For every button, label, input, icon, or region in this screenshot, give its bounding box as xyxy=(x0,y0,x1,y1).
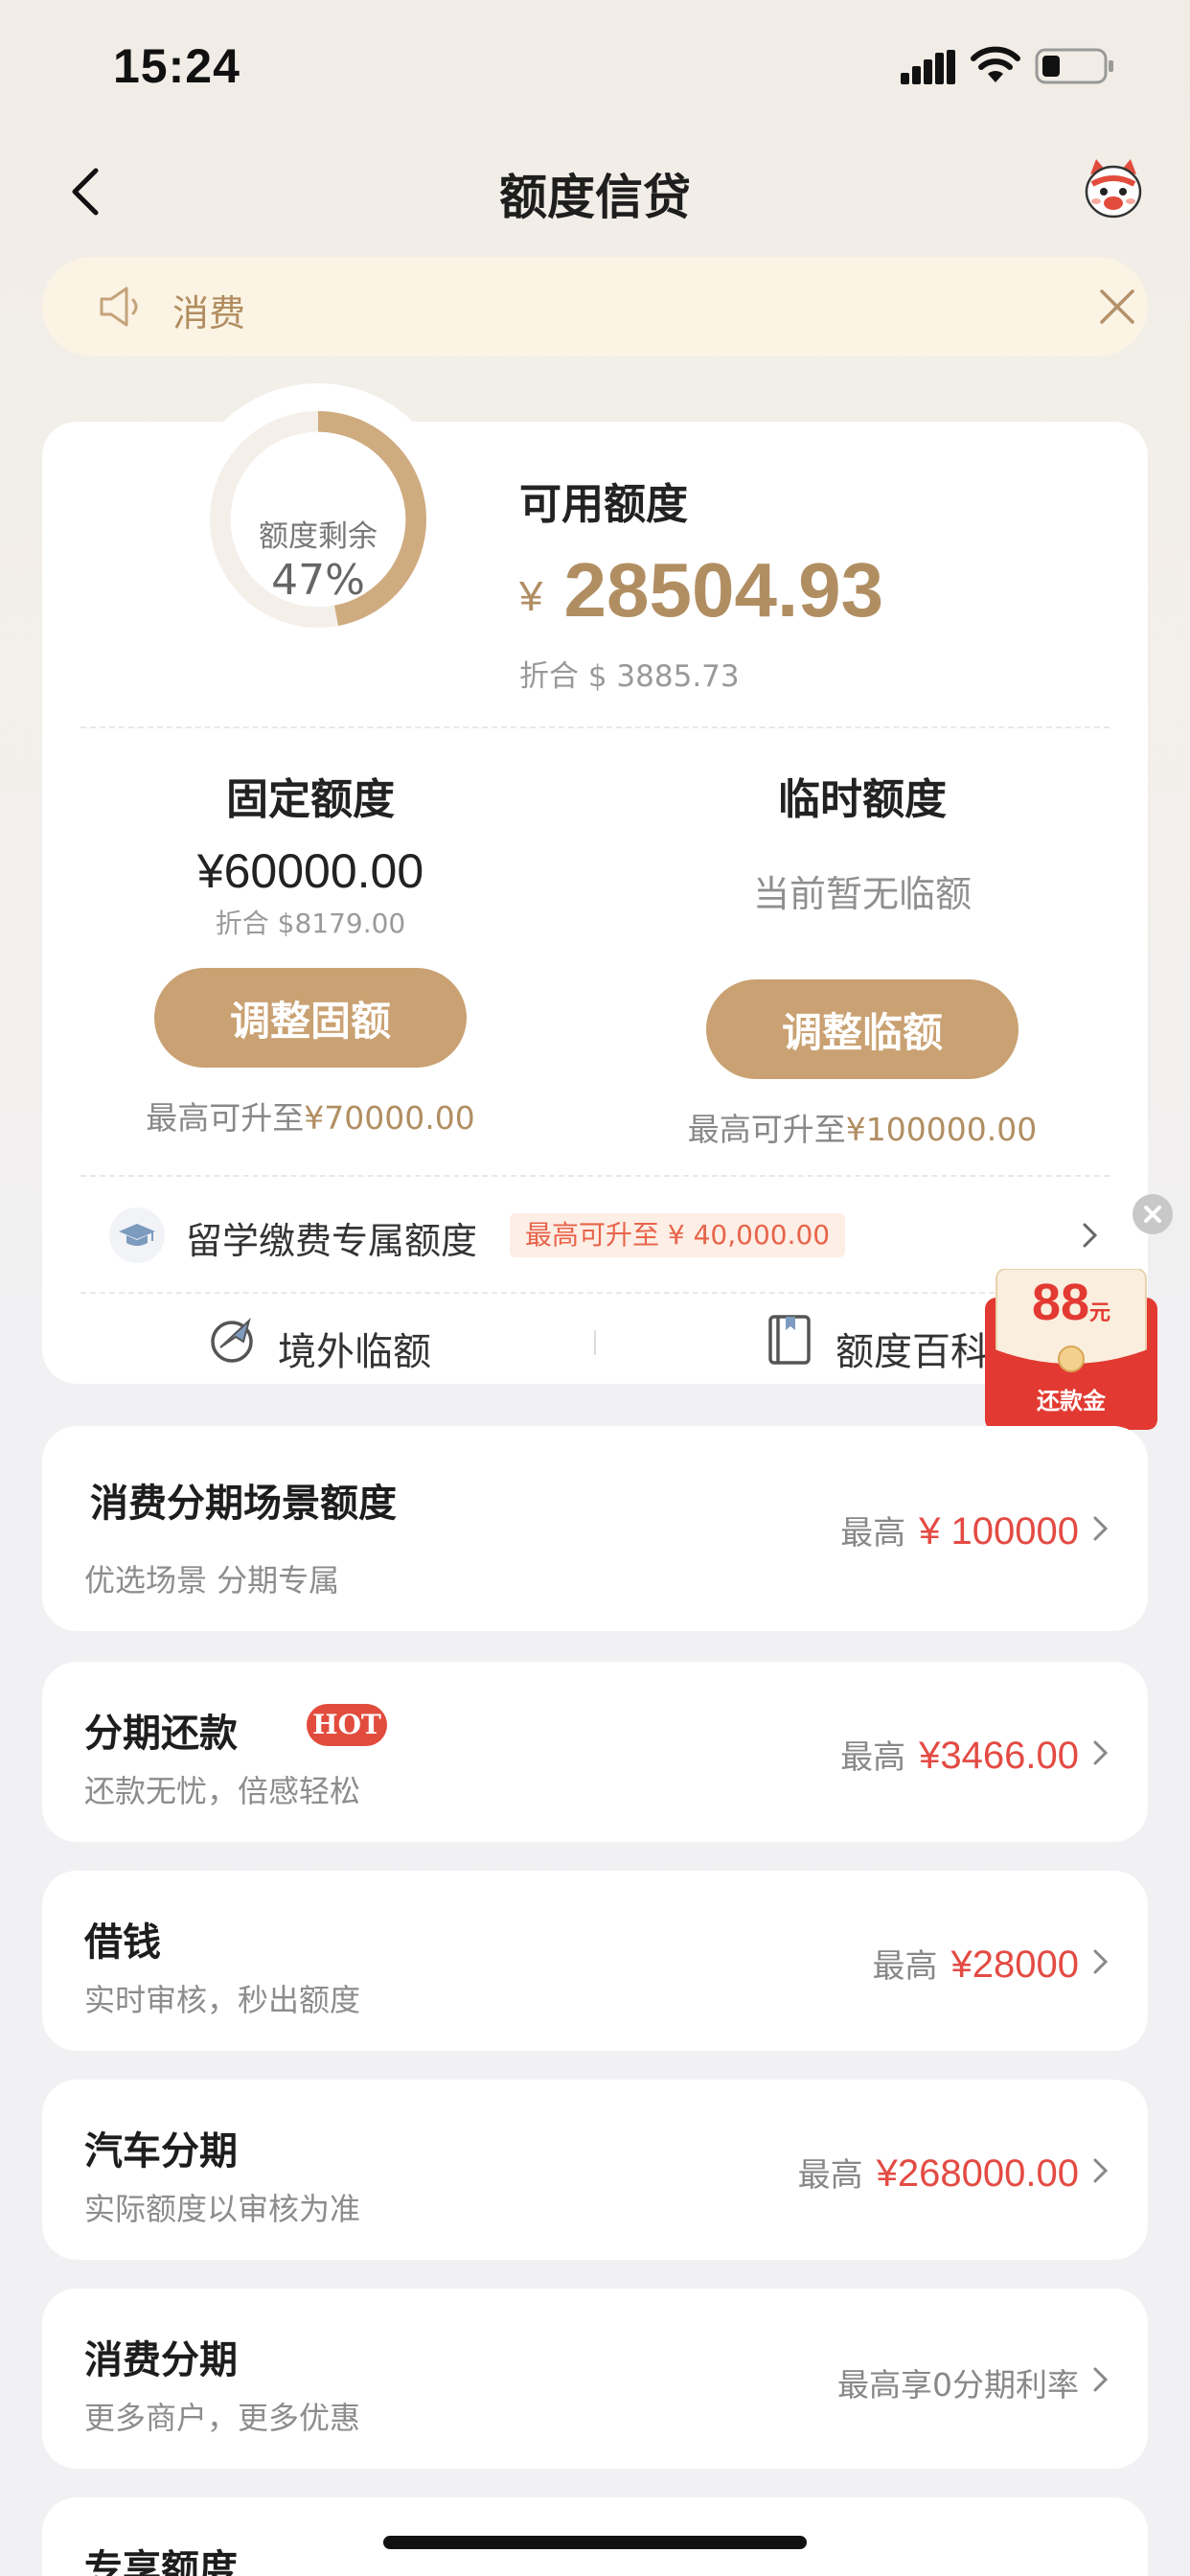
red-packet-unit: 元 xyxy=(1089,1300,1111,1324)
tools-row: 境外临额 额度百科 xyxy=(42,1296,1148,1384)
card-subtitle: 优选场景 分期专属 xyxy=(84,1562,340,1598)
fixed-max-note: 最高可升至¥70000.00 xyxy=(42,1092,579,1138)
card-title: 汽车分期 xyxy=(84,2129,238,2174)
chevron-right-icon xyxy=(1093,1516,1109,1541)
temp-max-amount: ¥100000.00 xyxy=(845,1111,1038,1148)
status-bar: 15:24 xyxy=(0,0,1190,134)
notice-bar[interactable]: 消费 xyxy=(42,257,1148,356)
list-card-consumer-installment-scene[interactable]: 消费分期场景额度 优选场景 分期专属 最高 ¥ 100000 xyxy=(42,1426,1148,1631)
chevron-right-icon xyxy=(1093,1740,1109,1765)
list-card-consumer-installment[interactable]: 消费分期 更多商户，更多优惠 最高享0分期利率 xyxy=(42,2288,1148,2469)
zero-rate-text: 最高享0分期利率 xyxy=(837,2366,1079,2404)
list-card-car-installment[interactable]: 汽车分期 实际额度以审核为准 最高 ¥268000.00 xyxy=(42,2080,1148,2260)
card-title: 借钱 xyxy=(84,1920,161,1965)
adjust-fixed-quota-button[interactable]: 调整固额 xyxy=(154,968,467,1068)
available-amount-value: 28504.93 xyxy=(563,547,884,632)
fixed-quota-amount: ¥60000.00 xyxy=(196,844,424,898)
temp-quota-title: 临时额度 xyxy=(778,775,947,824)
temp-quota-none: 当前暂无临额 xyxy=(752,873,972,915)
fixed-max-prefix: 最高可升至 xyxy=(146,1099,305,1137)
study-abroad-quota-row[interactable]: 留学缴费专属额度 最高可升至 ¥ 40,000.00 xyxy=(109,1204,1125,1267)
quota-wiki-label: 额度百科 xyxy=(835,1330,989,1374)
max-value: ¥3466.00 xyxy=(919,1735,1079,1777)
book-icon xyxy=(768,1315,811,1365)
fixed-quota-title: 固定额度 xyxy=(226,775,395,824)
home-indicator xyxy=(383,2536,807,2549)
divider xyxy=(80,1292,1110,1294)
signal-icon xyxy=(901,50,955,84)
page-title: 额度信贷 xyxy=(499,170,691,225)
card-subtitle: 实时审核，秒出额度 xyxy=(84,1982,361,2018)
card-title: 专享额度 xyxy=(84,2547,238,2576)
temp-max-note: 最高可升至¥100000.00 xyxy=(594,1104,1131,1150)
card-title: 消费分期场景额度 xyxy=(90,1482,397,1526)
hot-badge: HOT xyxy=(307,1704,387,1746)
card-max-value: 最高 ¥3466.00 xyxy=(840,1731,1079,1778)
available-quota-amount: ¥28504.93 xyxy=(519,546,883,634)
chevron-right-icon xyxy=(1093,2158,1109,2183)
repayment-red-packet[interactable]: 88元 还款金 xyxy=(983,1269,1159,1432)
wifi-icon xyxy=(971,46,1020,82)
fixed-quota-section: 固定额度 ¥60000.00 折合 $8179.00 调整固额 最高可升至¥70… xyxy=(42,765,579,1138)
study-abroad-max-badge: 最高可升至 ¥ 40,000.00 xyxy=(510,1213,846,1257)
study-abroad-quota-label: 留学缴费专属额度 xyxy=(186,1220,478,1262)
float-close-button[interactable] xyxy=(1133,1194,1173,1234)
nav-bar: 额度信贷 xyxy=(0,134,1190,249)
overseas-temp-quota-label: 境外临额 xyxy=(278,1330,431,1374)
red-packet-amount-value: 88 xyxy=(1031,1274,1090,1331)
close-icon xyxy=(1144,1206,1161,1223)
mascot-avatar-icon[interactable] xyxy=(1079,155,1148,224)
available-usd: 折合 $ 3885.73 xyxy=(519,659,740,694)
card-right-text: 最高享0分期利率 xyxy=(837,2359,1079,2405)
card-subtitle: 更多商户，更多优惠 xyxy=(84,2400,361,2436)
red-packet-amount: 88元 xyxy=(983,1273,1159,1332)
red-packet-label: 还款金 xyxy=(1037,1388,1106,1414)
max-label: 最高 xyxy=(840,1514,906,1552)
available-quota-title: 可用额度 xyxy=(519,480,688,529)
max-label: 最高 xyxy=(840,1738,906,1777)
max-value: ¥268000.00 xyxy=(876,2152,1079,2195)
divider xyxy=(80,726,1110,728)
status-time: 15:24 xyxy=(113,39,240,93)
card-max-value: 最高 ¥268000.00 xyxy=(798,2149,1079,2196)
card-title: 分期还款 xyxy=(84,1712,238,1756)
card-title: 消费分期 xyxy=(84,2338,238,2382)
adjust-temp-quota-button[interactable]: 调整临额 xyxy=(706,979,1018,1079)
list-card-installment-repayment[interactable]: 分期还款 HOT 还款无忧，倍感轻松 最高 ¥3466.00 xyxy=(42,1662,1148,1842)
battery-icon xyxy=(1035,48,1113,84)
fixed-max-amount: ¥70000.00 xyxy=(304,1099,475,1137)
max-value: ¥28000 xyxy=(950,1944,1079,1986)
quota-card: 额度剩余 47% 可用额度 ¥28504.93 折合 $ 3885.73 固定额… xyxy=(42,383,1148,1384)
plane-globe-icon xyxy=(211,1317,253,1363)
temp-quota-section: 临时额度 当前暂无临额 调整临额 最高可升至¥100000.00 xyxy=(594,765,1131,1150)
chevron-right-icon xyxy=(1083,1223,1098,1248)
notice-text: 消费 xyxy=(172,292,246,334)
max-value: ¥ 100000 xyxy=(919,1510,1079,1552)
chevron-right-icon xyxy=(1093,2367,1109,2392)
card-subtitle: 还款无忧，倍感轻松 xyxy=(84,1773,361,1809)
max-label: 最高 xyxy=(872,1947,938,1986)
max-label: 最高 xyxy=(797,2156,863,2195)
card-max-value: 最高 ¥28000 xyxy=(873,1940,1079,1987)
divider xyxy=(80,1175,1110,1177)
close-icon[interactable] xyxy=(1096,286,1138,328)
speaker-icon xyxy=(100,287,138,327)
divider xyxy=(594,1330,596,1355)
graduation-cap-icon xyxy=(109,1208,165,1263)
temp-max-prefix: 最高可升至 xyxy=(687,1111,846,1148)
ring-label: 额度剩余 xyxy=(259,519,378,554)
card-subtitle: 实际额度以审核为准 xyxy=(84,2191,361,2227)
ring-percent: 47% xyxy=(271,556,365,605)
currency-symbol: ¥ xyxy=(519,573,543,620)
card-max-value: 最高 ¥ 100000 xyxy=(840,1506,1079,1553)
list-card-borrow[interactable]: 借钱 实时审核，秒出额度 最高 ¥28000 xyxy=(42,1871,1148,2051)
fixed-quota-usd: 折合 $8179.00 xyxy=(215,908,406,939)
chevron-right-icon xyxy=(1093,1949,1109,1974)
